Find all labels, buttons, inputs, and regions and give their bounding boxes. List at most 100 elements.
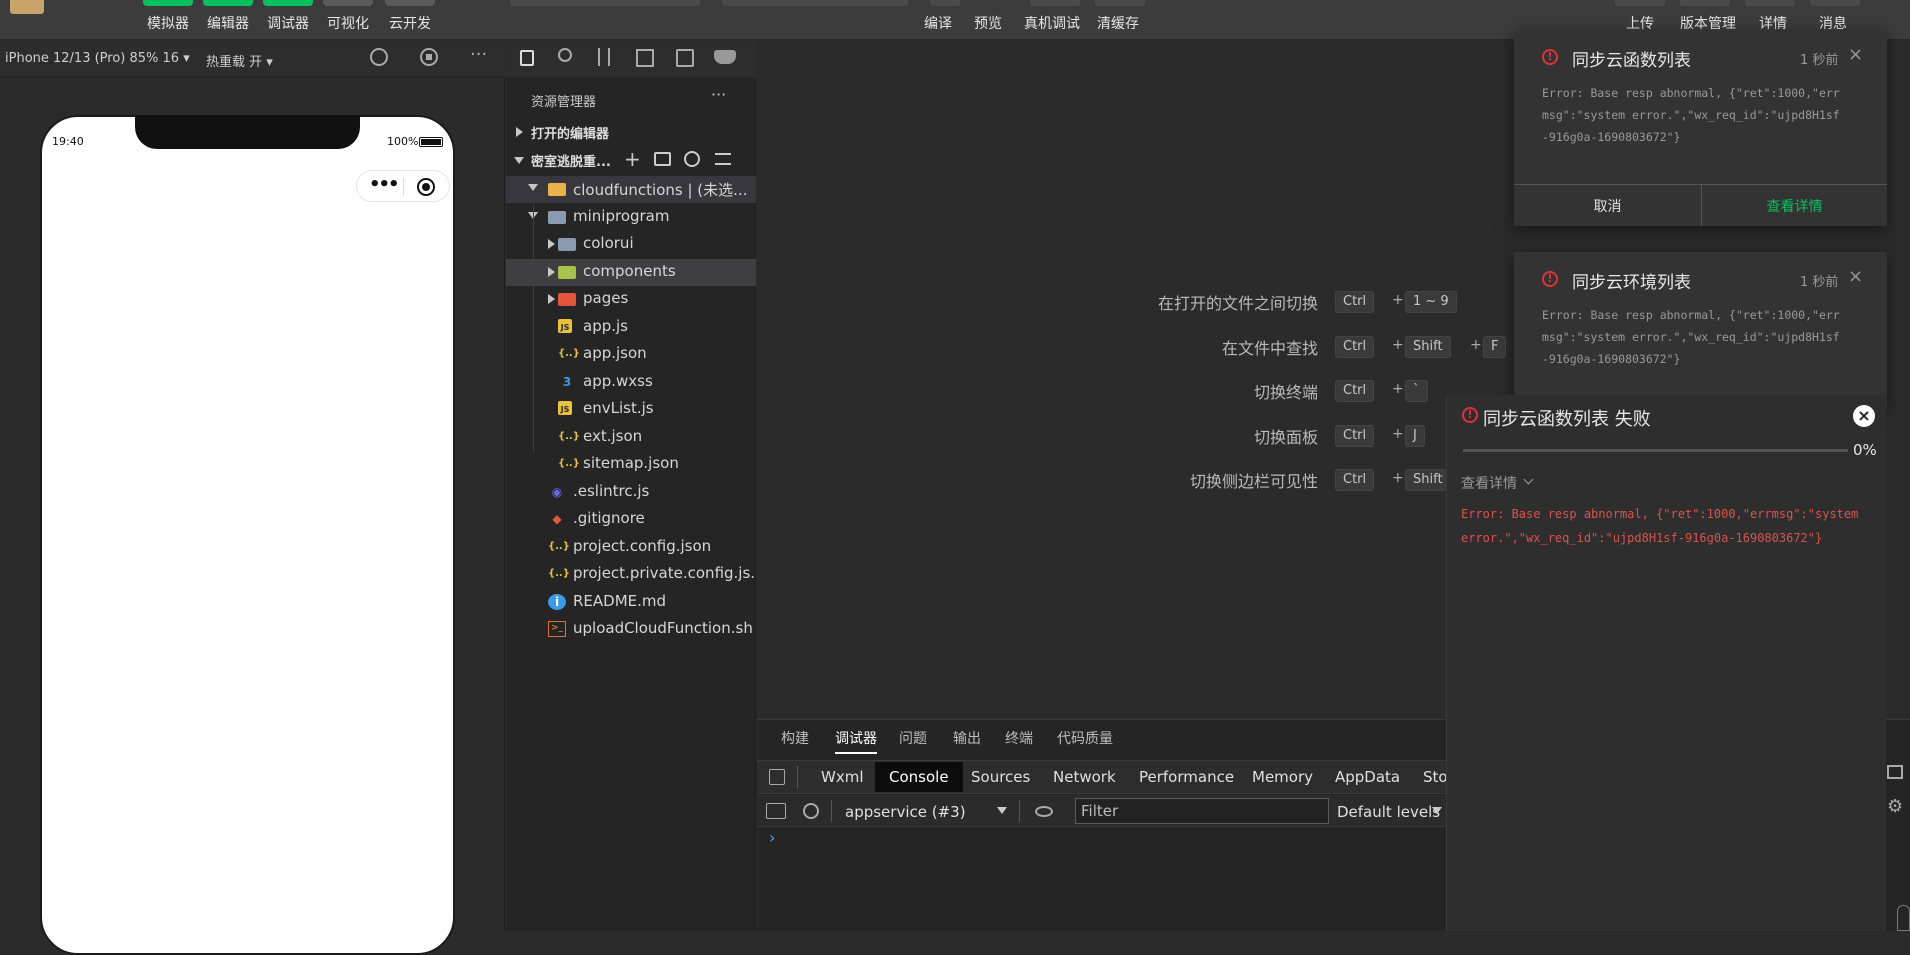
devtools-tab-storage[interactable]: Sto [1423, 762, 1448, 792]
eye-icon[interactable] [1035, 806, 1053, 817]
devtools-tab-appdata[interactable]: AppData [1335, 762, 1400, 792]
tree-item-label: sitemap.json [583, 454, 679, 472]
view-details-button[interactable]: 查看详情 [1702, 196, 1887, 216]
more-icon[interactable]: ··· [470, 44, 487, 65]
tab-problems[interactable]: 问题 [899, 728, 927, 748]
stop-icon[interactable] [420, 48, 438, 66]
tree-item[interactable]: components [506, 258, 756, 286]
devtools-tab-performance[interactable]: Performance [1139, 762, 1234, 792]
tree-item[interactable]: ◉ .eslintrc.js [506, 479, 756, 506]
devtools-tab-memory[interactable]: Memory [1252, 762, 1313, 792]
phone-screen[interactable]: 19:40 100% ••• [40, 115, 455, 955]
clear-cache-icon[interactable] [1095, 0, 1145, 6]
console-filter-input[interactable]: Filter [1075, 798, 1329, 824]
tree-item[interactable]: {..} project.config.json [506, 534, 756, 561]
tree-item[interactable]: JS app.js [506, 314, 756, 341]
mode-select[interactable] [510, 0, 700, 6]
notification-sync-envs: ! 同步云环境列表 1 秒前 × Error: Base resp abnorm… [1514, 252, 1887, 407]
capsule-menu[interactable]: ••• [356, 170, 450, 202]
shortcut-key: Ctrl [1335, 335, 1375, 358]
clear-console-icon[interactable] [803, 803, 819, 819]
tree-item[interactable]: miniprogram [506, 204, 756, 231]
tab-code-quality[interactable]: 代码质量 [1057, 728, 1113, 748]
shortcut-key: Ctrl [1335, 424, 1375, 447]
tree-item[interactable]: JS envList.js [506, 396, 756, 423]
hot-reload-toggle[interactable]: 热重载 开 ▾ [206, 51, 273, 70]
context-dropdown-icon[interactable] [997, 807, 1007, 814]
context-select[interactable]: appservice (#3) [845, 803, 966, 821]
error-icon: ! [1542, 271, 1558, 287]
source-control-icon[interactable] [598, 48, 610, 66]
levels-dropdown-icon[interactable] [1432, 807, 1442, 814]
storage-icon[interactable] [676, 49, 694, 67]
settings-gear-icon[interactable]: ⚙ [1887, 796, 1903, 817]
notification-body: Error: Base resp abnormal, {"ret":1000,"… [1542, 308, 1840, 366]
cancel-button[interactable]: 取消 [1514, 196, 1701, 216]
tree-item[interactable]: {..} app.json [506, 341, 756, 368]
tree-item[interactable]: {..} sitemap.json [506, 451, 756, 478]
tree-item[interactable]: {..} ext.json [506, 424, 756, 451]
remote-debug-icon[interactable] [1030, 0, 1080, 6]
tab-output[interactable]: 输出 [953, 728, 981, 748]
error-icon: ! [1542, 49, 1558, 65]
tree-item[interactable]: >_ uploadCloudFunction.sh [506, 616, 756, 643]
compile-mode-select[interactable] [722, 0, 908, 6]
sidebar-toggle-icon[interactable] [766, 803, 786, 819]
tree-item[interactable]: cloudfunctions | (未选... [506, 176, 756, 203]
console-prompt[interactable]: › [769, 828, 775, 847]
collapse-icon[interactable] [715, 153, 731, 165]
close-icon[interactable]: × [1848, 266, 1863, 287]
devtools-tab-network[interactable]: Network [1053, 762, 1116, 792]
close-panel-button[interactable]: × [1853, 405, 1875, 427]
new-folder-icon[interactable] [654, 152, 671, 166]
app-avatar[interactable] [10, 0, 44, 14]
info-file-icon: i [548, 593, 566, 610]
panel-resize-handle[interactable] [1897, 905, 1910, 931]
tree-item[interactable]: 3 app.wxss [506, 369, 756, 396]
notification-title: 同步云环境列表 [1572, 273, 1691, 293]
tab-terminal[interactable]: 终端 [1005, 728, 1033, 748]
chevron-right-icon[interactable] [548, 266, 555, 277]
close-icon[interactable]: × [1848, 44, 1863, 65]
tree-item[interactable]: {..} project.private.config.js... [506, 561, 756, 588]
log-levels-select[interactable]: Default levels [1337, 803, 1440, 821]
key-plus: + [1392, 425, 1404, 442]
device-select[interactable]: iPhone 12/13 (Pro) 85% 16 ▾ [5, 51, 190, 66]
project-section[interactable]: 密室逃脱重... + [506, 147, 756, 171]
chevron-right-icon[interactable] [548, 239, 555, 249]
key-plus: + [1392, 292, 1404, 308]
open-editors-section[interactable]: 打开的编辑器 [506, 121, 756, 143]
compile-icon[interactable] [930, 0, 960, 6]
extensions-icon[interactable] [636, 49, 654, 67]
chevron-down-icon[interactable] [1523, 474, 1534, 485]
phone-notch [135, 115, 360, 149]
tab-debugger[interactable]: 调试器 [835, 728, 877, 754]
device-panel-icon[interactable] [1887, 765, 1903, 779]
tree-item[interactable]: i README.md [506, 589, 756, 616]
search-icon[interactable] [558, 48, 572, 62]
refresh-explorer-icon[interactable] [684, 151, 700, 167]
details-toggle[interactable]: 查看详情 [1461, 473, 1517, 493]
refresh-icon[interactable] [370, 48, 388, 66]
docker-icon[interactable] [714, 50, 736, 64]
chevron-down-icon[interactable] [528, 184, 538, 191]
devtools-tab-sources[interactable]: Sources [971, 762, 1030, 792]
tab-build[interactable]: 构建 [781, 728, 809, 748]
explorer-icon[interactable] [520, 50, 534, 66]
battery-icon [419, 137, 443, 147]
new-file-icon[interactable]: + [624, 147, 641, 171]
indent-guide [533, 203, 534, 453]
sync-failure-panel: ! 同步云函数列表 失败 × 0% 查看详情 Error: Base resp … [1446, 395, 1886, 931]
menu-dots-icon[interactable]: ••• [369, 174, 399, 195]
close-capsule-icon[interactable] [417, 178, 435, 196]
activity-bar [506, 41, 756, 77]
devtools-tab-console[interactable]: Console [875, 762, 963, 792]
devtools-tab-wxml[interactable]: Wxml [821, 762, 864, 792]
chevron-right-icon[interactable] [548, 294, 555, 304]
tree-item[interactable]: pages [506, 286, 756, 313]
json-file-icon: {..} [558, 430, 580, 442]
explorer-more-icon[interactable]: ··· [711, 85, 726, 104]
tree-item[interactable]: ◆ .gitignore [506, 506, 756, 533]
inspect-element-icon[interactable] [769, 769, 785, 785]
tree-item[interactable]: colorui [506, 231, 756, 258]
